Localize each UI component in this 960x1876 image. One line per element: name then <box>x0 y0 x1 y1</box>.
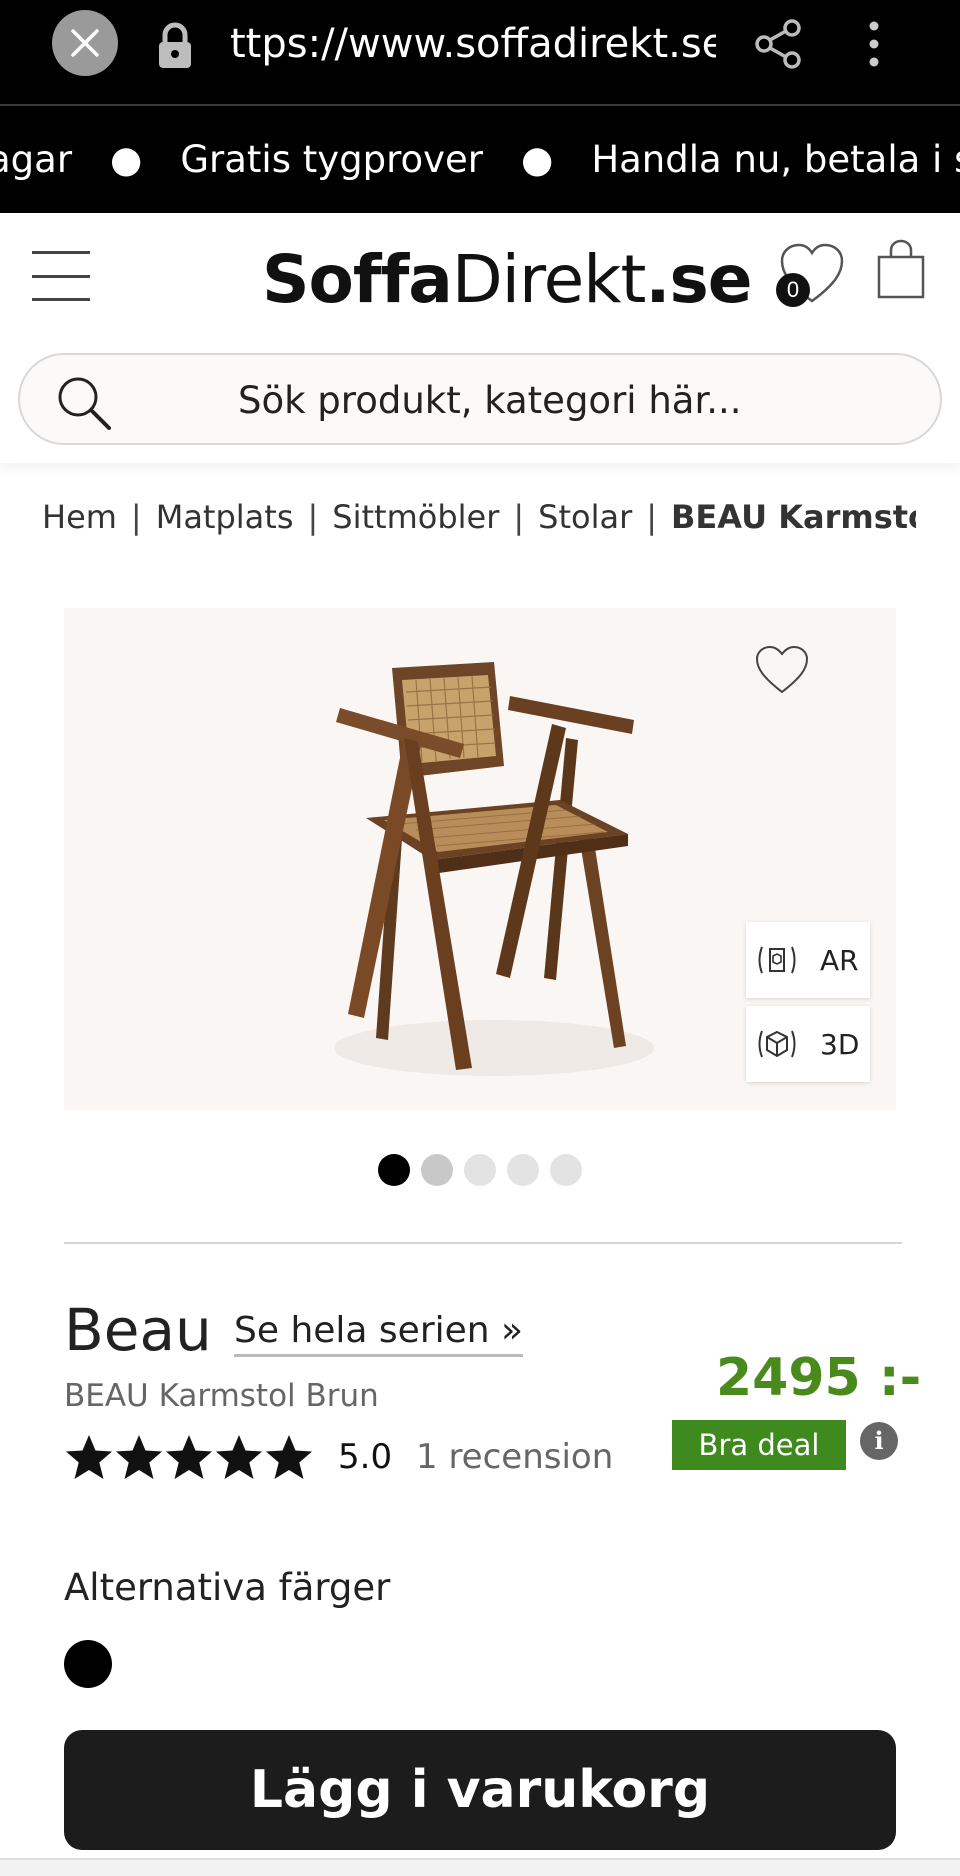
carousel-dot[interactable] <box>550 1154 582 1186</box>
alternative-colors-label: Alternativa färger <box>64 1566 391 1609</box>
review-count-link[interactable]: 1 recension <box>416 1434 613 1480</box>
product-series-title: Beau <box>64 1296 212 1364</box>
carousel-dot[interactable] <box>464 1154 496 1186</box>
search-input[interactable]: Sök produkt, kategori här... <box>238 355 742 447</box>
url-field[interactable]: ttps://www.soffadirekt.se/s <box>230 18 716 70</box>
kebab-menu-icon[interactable] <box>862 18 886 70</box>
see-full-series-link[interactable]: Se hela serien » <box>234 1308 524 1357</box>
site-logo[interactable]: SoffaDirekt.se <box>262 235 753 325</box>
share-icon[interactable] <box>752 18 804 70</box>
star-icon <box>66 1435 112 1479</box>
carousel-dot[interactable] <box>421 1154 453 1186</box>
carousel-dot[interactable] <box>507 1154 539 1186</box>
ar-label: AR <box>820 943 859 977</box>
search-bar[interactable]: Sök produkt, kategori här... <box>18 353 942 445</box>
ar-view-button[interactable]: AR <box>746 922 870 998</box>
close-icon[interactable] <box>52 10 118 76</box>
breadcrumb-current: BEAU Karmstol B <box>671 498 916 536</box>
breadcrumb-separator: | <box>130 498 142 536</box>
marquee-item: agar <box>0 138 73 181</box>
rating-stars[interactable] <box>64 1432 314 1482</box>
3d-label: 3D <box>820 1027 860 1061</box>
breadcrumb-item-sittmobler[interactable]: Sittmöbler <box>332 498 499 536</box>
wishlist-count-badge: 0 <box>776 273 810 307</box>
star-icon <box>166 1435 212 1479</box>
search-icon <box>58 377 111 430</box>
color-swatch-black[interactable] <box>64 1640 112 1688</box>
info-icon[interactable]: i <box>860 1422 898 1460</box>
breadcrumb-separator: | <box>307 498 319 536</box>
browser-toolbar: ttps://www.soffadirekt.se/s <box>0 0 960 105</box>
3d-view-button[interactable]: 3D <box>746 1006 870 1082</box>
product-name: BEAU Karmstol Brun <box>64 1378 379 1414</box>
bottom-edge <box>0 1858 960 1876</box>
product-price: 2495 :- <box>716 1348 922 1408</box>
breadcrumb: Hem | Matplats | Sittmöbler | Stolar | BEAU Karm… <box>42 492 916 542</box>
cube-3d-icon <box>758 1030 796 1058</box>
hamburger-menu-icon[interactable] <box>32 251 90 301</box>
rating-value: 5.0 <box>338 1437 393 1477</box>
shopping-bag-icon[interactable] <box>874 239 928 301</box>
star-icon <box>266 1435 312 1479</box>
product-image-gallery[interactable]: AR 3D <box>64 608 896 1110</box>
breadcrumb-separator: | <box>513 498 525 536</box>
breadcrumb-separator: | <box>646 498 658 536</box>
ar-icon <box>758 946 796 974</box>
site-header: SoffaDirekt.se 0 Sök produkt, kategori h… <box>0 213 960 463</box>
logo-thin: Direkt <box>451 241 647 318</box>
favorite-heart-icon[interactable] <box>754 644 810 696</box>
logo-bold: Soffa <box>262 241 453 318</box>
marquee-item: Gratis tygprover <box>180 138 484 181</box>
marquee-separator: ● <box>110 138 143 181</box>
logo-suffix: .se <box>645 241 752 318</box>
breadcrumb-item-hem[interactable]: Hem <box>42 498 117 536</box>
breadcrumb-item-stolar[interactable]: Stolar <box>538 498 632 536</box>
deal-badge: Bra deal <box>672 1420 846 1470</box>
breadcrumb-item-matplats[interactable]: Matplats <box>156 498 294 536</box>
carousel-dot[interactable] <box>378 1154 410 1186</box>
add-to-cart-button[interactable]: Lägg i varukorg <box>64 1730 896 1850</box>
marquee-separator: ● <box>521 138 554 181</box>
star-icon <box>116 1435 162 1479</box>
chair-product-image <box>334 662 654 1076</box>
lock-icon <box>159 22 191 68</box>
marquee-item: Handla nu, betala i slut <box>591 138 960 181</box>
star-icon <box>216 1435 262 1479</box>
carousel-indicator <box>378 1154 593 1186</box>
promo-marquee: agar ● Gratis tygprover ● Handla nu, bet… <box>0 106 960 213</box>
section-divider <box>64 1242 902 1244</box>
